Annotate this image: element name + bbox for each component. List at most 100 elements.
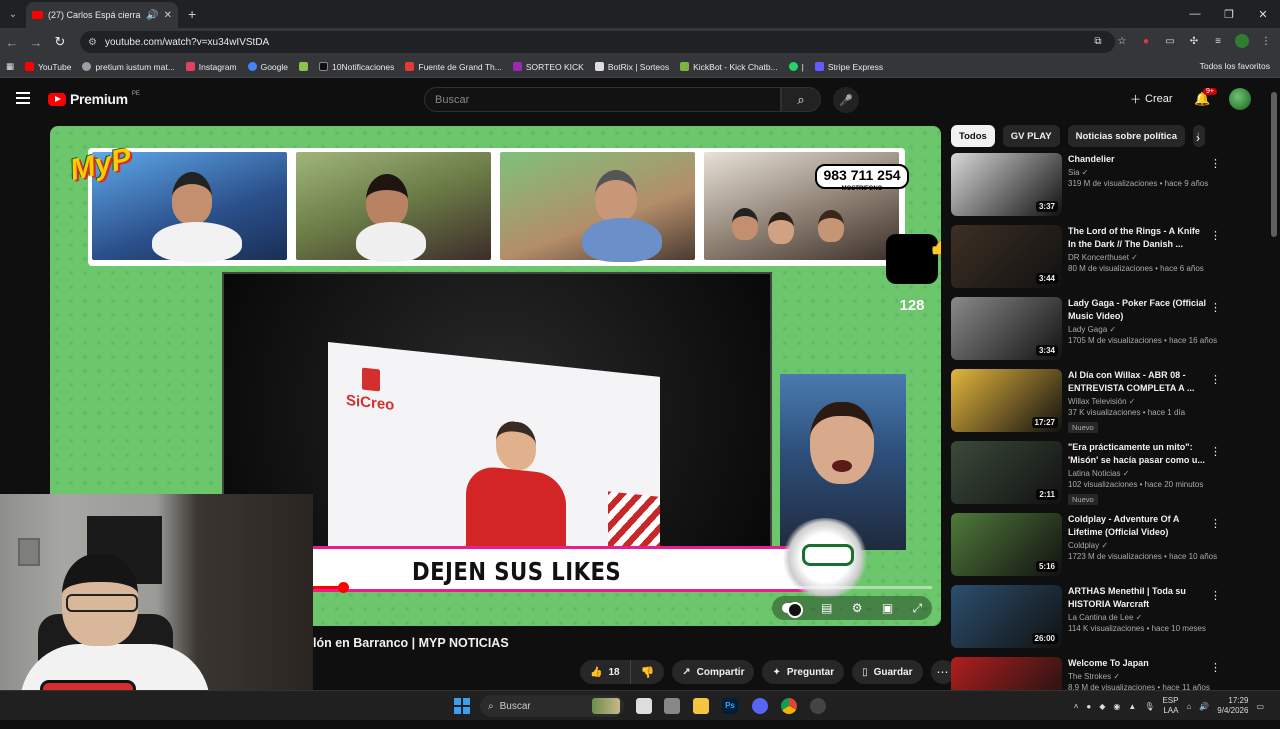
share-button[interactable]: ↗ Compartir: [672, 660, 755, 684]
bookmark-kickbot[interactable]: KickBot - Kick Chatb...: [680, 62, 778, 72]
dislike-button[interactable]: 👎: [631, 660, 665, 684]
bookmark-whatsapp[interactable]: |: [788, 62, 804, 72]
video-menu-icon[interactable]: ⋮: [1210, 373, 1221, 386]
channel-name[interactable]: Coldplay ✓: [1068, 541, 1207, 550]
save-button[interactable]: ▯ Guardar: [852, 660, 923, 684]
tray-app-icon[interactable]: ◆: [1099, 702, 1105, 711]
bookmark-youtube[interactable]: YouTube: [25, 62, 71, 72]
user-avatar[interactable]: [1229, 88, 1251, 110]
bookmark-google[interactable]: Google: [247, 62, 288, 72]
media-controls-icon[interactable]: ≡: [1210, 33, 1226, 49]
notification-center-icon[interactable]: ▭: [1256, 702, 1264, 711]
new-tab-icon[interactable]: +: [188, 6, 196, 22]
video-menu-icon[interactable]: ⋮: [1210, 445, 1221, 458]
chip-gv-play[interactable]: GV PLAY: [1002, 125, 1060, 147]
video-title[interactable]: ARTHAS Menethil | Toda su HISTORIA Warcr…: [1068, 585, 1207, 611]
channel-name[interactable]: La Cantina de Lee ✓: [1068, 613, 1207, 622]
chip-noticias-politica[interactable]: Noticias sobre política: [1067, 125, 1186, 147]
restore-icon[interactable]: ❐: [1212, 0, 1246, 28]
bookmark-10notificaciones[interactable]: 10Notificaciones: [319, 62, 394, 72]
apps-grid-icon[interactable]: ▦: [6, 61, 14, 72]
video-thumbnail[interactable]: 2:11: [951, 441, 1062, 504]
youtube-premium-logo[interactable]: Premium PE: [48, 91, 140, 107]
windows-start-icon[interactable]: [454, 698, 470, 714]
install-app-icon[interactable]: ⧉: [1090, 33, 1106, 49]
tray-mic-icon[interactable]: 🎙: [1144, 702, 1154, 711]
bookmark-stripe[interactable]: Stripe Express: [814, 62, 883, 72]
video-menu-icon[interactable]: ⋮: [1210, 157, 1221, 170]
extensions-puzzle-icon[interactable]: ✣: [1186, 33, 1202, 49]
video-menu-icon[interactable]: ⋮: [1210, 589, 1221, 602]
tray-app-icon[interactable]: ◉: [1113, 702, 1120, 711]
chips-next-chevron-icon[interactable]: ›: [1196, 131, 1200, 145]
reload-icon[interactable]: ↻: [48, 34, 72, 50]
bookmark-gta[interactable]: Fuente de Grand Th...: [405, 62, 502, 72]
tab-search-chevron-icon[interactable]: ⌄: [0, 0, 26, 28]
microphone-icon[interactable]: 🎤: [833, 87, 859, 113]
video-thumbnail[interactable]: 26:00: [951, 585, 1062, 648]
progress-bar[interactable]: [312, 582, 932, 593]
speaker-icon[interactable]: 🔊: [146, 10, 158, 21]
video-thumbnail[interactable]: 3:37: [951, 153, 1062, 216]
close-window-icon[interactable]: ✕: [1246, 0, 1280, 28]
discord-icon[interactable]: [752, 698, 768, 714]
language-indicator[interactable]: ESP LAA: [1162, 696, 1178, 716]
extension-icon[interactable]: ▭: [1162, 33, 1178, 49]
video-menu-icon[interactable]: ⋮: [1210, 229, 1221, 242]
like-button[interactable]: 👍 18: [580, 660, 631, 684]
channel-name[interactable]: Willax Televisión ✓: [1068, 397, 1207, 406]
video-thumbnail[interactable]: 5:16: [951, 513, 1062, 576]
search-input[interactable]: Buscar: [424, 87, 781, 112]
scrollbar[interactable]: [1271, 92, 1277, 237]
profile-avatar[interactable]: [1234, 33, 1250, 49]
tray-app-icon[interactable]: ●: [1086, 702, 1091, 711]
video-menu-icon[interactable]: ⋮: [1210, 517, 1221, 530]
video-title[interactable]: Chandelier: [1068, 153, 1207, 166]
clock[interactable]: 17:29 9/4/2026: [1217, 696, 1248, 716]
hamburger-menu-icon[interactable]: [16, 92, 30, 104]
related-video-item[interactable]: 17:27 Al Día con Willax - ABR 08 - ENTREV…: [951, 369, 1266, 441]
settings-gear-icon[interactable]: ⚙: [852, 601, 863, 615]
video-title[interactable]: "Era prácticamente un mito": 'Misón' se …: [1068, 441, 1207, 467]
bookmark-botrix[interactable]: BotRix | Sorteos: [594, 62, 669, 72]
video-thumbnail[interactable]: 3:34: [951, 297, 1062, 360]
all-bookmarks-folder[interactable]: Todos los favoritos: [1200, 61, 1270, 71]
forward-icon[interactable]: →: [24, 35, 48, 50]
file-explorer-icon[interactable]: [693, 698, 709, 714]
widgets-icon[interactable]: [592, 698, 620, 714]
video-thumbnail[interactable]: 17:27: [951, 369, 1062, 432]
video-title[interactable]: The Lord of the Rings - A Knife In the D…: [1068, 225, 1207, 251]
app-icon[interactable]: [810, 698, 826, 714]
bookmark-pretium[interactable]: pretium iustum mat...: [82, 62, 175, 72]
extension-badge-icon[interactable]: ●: [1138, 33, 1154, 49]
channel-name[interactable]: DR Koncerthuset ✓: [1068, 253, 1207, 262]
video-title[interactable]: Al Día con Willax - ABR 08 - ENTREVISTA …: [1068, 369, 1207, 395]
video-menu-icon[interactable]: ⋮: [1210, 661, 1221, 674]
volume-icon[interactable]: 🔊: [1199, 702, 1209, 711]
miniplayer-icon[interactable]: ▣: [882, 601, 893, 615]
ask-button[interactable]: ✦ Preguntar: [762, 660, 845, 684]
video-thumbnail[interactable]: 3:44: [951, 225, 1062, 288]
network-icon[interactable]: ⌂: [1186, 702, 1191, 711]
tray-app-icon[interactable]: ▲: [1128, 702, 1136, 711]
chip-todos[interactable]: Todos: [951, 125, 995, 147]
create-button[interactable]: ＋ Crear: [1130, 91, 1173, 107]
video-title[interactable]: Welcome To Japan: [1068, 657, 1207, 670]
related-video-item[interactable]: 3:34 Lady Gaga - Poker Face (Official Mus…: [951, 297, 1266, 369]
bookmark-star-icon[interactable]: ☆: [1114, 33, 1130, 49]
channel-name[interactable]: The Strokes ✓: [1068, 672, 1207, 681]
close-tab-icon[interactable]: ✕: [164, 10, 172, 21]
subtitles-icon[interactable]: ▤: [821, 601, 832, 615]
search-icon[interactable]: ⌕: [781, 87, 821, 112]
related-video-item[interactable]: 26:00 ARTHAS Menethil | Toda su HISTORIA …: [951, 585, 1266, 657]
chrome-icon[interactable]: [781, 698, 797, 714]
channel-name[interactable]: Latina Noticias ✓: [1068, 469, 1207, 478]
bookmark-icon-only[interactable]: [299, 62, 309, 71]
minimize-icon[interactable]: —: [1178, 0, 1212, 28]
address-bar[interactable]: ⚙ youtube.com/watch?v=xu34wIVStDA: [80, 31, 1115, 53]
bookmark-instagram[interactable]: Instagram: [185, 62, 237, 72]
autoplay-toggle[interactable]: [781, 602, 803, 618]
related-video-item[interactable]: 3:37 Chandelier Sia ✓ 319 M de visualizacio…: [951, 153, 1266, 225]
video-title[interactable]: Coldplay - Adventure Of A Lifetime (Offi…: [1068, 513, 1207, 539]
site-info-icon[interactable]: ⚙: [88, 37, 97, 48]
